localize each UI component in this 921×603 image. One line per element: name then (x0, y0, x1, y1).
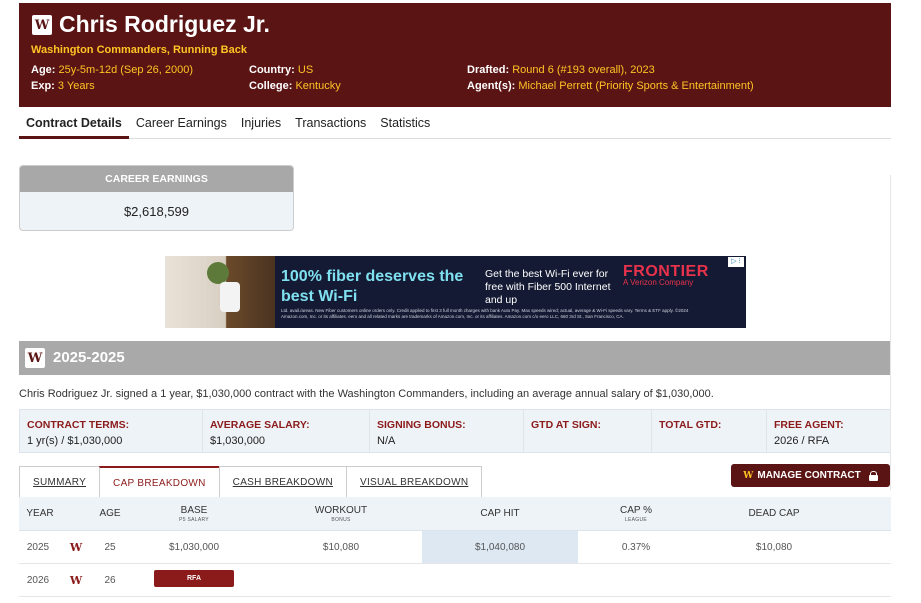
career-earnings-label: CAREER EARNINGS (20, 166, 293, 192)
term-average-salary: AVERAGE SALARY: $1,030,000 (203, 410, 370, 452)
contract-years-title: 2025-2025 (53, 349, 125, 366)
tab-cap-breakdown[interactable]: CAP BREAKDOWN (99, 466, 220, 497)
ad-headline: 100% fiber deserves the best Wi-Fi (281, 268, 464, 305)
ad-fine-print: Ltd. avail./areas. New Fiber customers o… (281, 308, 689, 319)
term-contract-terms: CONTRACT TERMS: 1 yr(s) / $1,030,000 (20, 410, 203, 452)
table-row: 2025 W 25 $1,030,000 $10,080 $1,040,080 … (19, 531, 891, 564)
cap-breakdown-table: YEAR AGE BASE P5 SALARY WORKOUT BONUS CAP … (19, 497, 891, 597)
manage-contract-button[interactable]: W MANAGE CONTRACT (731, 464, 890, 487)
table-row: 2026 W 26 RFA (19, 564, 891, 597)
row-cap-hit: $1,040,080 (474, 541, 526, 553)
player-name: Chris Rodriguez Jr. (59, 11, 270, 37)
ad-brand-sub: A Verizon Company (623, 278, 694, 287)
term-gtd-at-sign: GTD AT SIGN: (524, 410, 652, 452)
tab-injuries[interactable]: Injuries (234, 109, 288, 139)
team-logo-icon: W (25, 348, 45, 368)
table-header: YEAR AGE BASE P5 SALARY WORKOUT BONUS CAP … (19, 497, 891, 531)
tab-transactions[interactable]: Transactions (288, 109, 373, 139)
player-tabs: Contract Details Career Earnings Injurie… (19, 109, 891, 139)
career-earnings-card: CAREER EARNINGS $2,618,599 (19, 165, 294, 231)
ad-photo (165, 256, 275, 328)
col-cap-hit[interactable]: CAP HIT (450, 497, 550, 530)
col-cap-pct[interactable]: CAP % LEAGUE (586, 497, 686, 530)
ad-choices-icon[interactable]: ▷ ⁝ (728, 257, 744, 267)
contract-section-header: W 2025-2025 (19, 341, 891, 375)
row-year: 2025 (26, 541, 50, 553)
row-cap-pct: 0.37% (621, 541, 651, 553)
ad-body: Get the best Wi-Fi ever for free with Fi… (485, 268, 611, 306)
exp-field: Exp: 3 Years (31, 80, 95, 92)
career-earnings-value: $2,618,599 (123, 204, 190, 219)
player-header: W Chris Rodriguez Jr. Washington Command… (19, 3, 891, 107)
manage-contract-label: MANAGE CONTRACT (757, 470, 861, 481)
tab-contract-details[interactable]: Contract Details (19, 109, 129, 139)
term-free-agent: FREE AGENT: 2026 / RFA (774, 419, 844, 447)
page: W Chris Rodriguez Jr. Washington Command… (0, 0, 921, 603)
row-base: $1,030,000 (168, 541, 220, 553)
contract-description: Chris Rodriguez Jr. signed a 1 year, $1,… (19, 388, 714, 400)
row-age: 25 (104, 541, 116, 553)
tab-cash-breakdown[interactable]: CASH BREAKDOWN (218, 466, 347, 497)
col-age[interactable]: AGE (95, 497, 125, 530)
col-dead-cap[interactable]: DEAD CAP (724, 497, 824, 530)
rfa-badge: RFA (154, 570, 234, 587)
lock-icon (868, 470, 878, 481)
term-signing-bonus: SIGNING BONUS: N/A (370, 410, 524, 452)
team-position: Washington Commanders, Running Back (31, 44, 247, 56)
row-workout: $10,080 (322, 541, 360, 553)
age-field: Age: 25y-5m-12d (Sep 26, 2000) (31, 64, 194, 76)
col-base[interactable]: BASE P5 SALARY (144, 497, 244, 530)
row-age: 26 (104, 574, 116, 586)
college-field[interactable]: College: Kentucky (249, 80, 341, 92)
col-year[interactable]: YEAR (19, 497, 61, 530)
col-workout[interactable]: WORKOUT BONUS (291, 497, 391, 530)
agent-field[interactable]: Agent(s): Michael Perrett (Priority Spor… (467, 80, 754, 92)
contract-terms-grid: CONTRACT TERMS: 1 yr(s) / $1,030,000 AVER… (19, 409, 891, 453)
row-dead-cap: $10,080 (755, 541, 793, 553)
tab-statistics[interactable]: Statistics (373, 109, 437, 139)
country-field: Country: US (249, 64, 314, 76)
router-icon (220, 282, 240, 312)
drafted-field: Drafted: Round 6 (#193 overall), 2023 (467, 64, 655, 76)
term-total-gtd: TOTAL GTD: (652, 410, 767, 452)
tab-summary[interactable]: SUMMARY (19, 466, 101, 497)
tab-visual-breakdown[interactable]: VISUAL BREAKDOWN (346, 466, 483, 497)
team-logo-icon: W (32, 15, 52, 35)
advertisement-banner[interactable]: 100% fiber deserves the best Wi-Fi Get t… (165, 256, 746, 328)
tab-career-earnings[interactable]: Career Earnings (129, 109, 234, 139)
team-logo-icon: W (743, 470, 754, 481)
row-year: 2026 (26, 574, 50, 586)
sidebar-divider (890, 175, 918, 490)
plant-icon (207, 262, 229, 284)
breakdown-tabs: SUMMARY CAP BREAKDOWN CASH BREAKDOWN VIS… (19, 466, 483, 497)
team-logo-icon: W (69, 573, 83, 587)
team-logo-icon: W (69, 540, 83, 554)
